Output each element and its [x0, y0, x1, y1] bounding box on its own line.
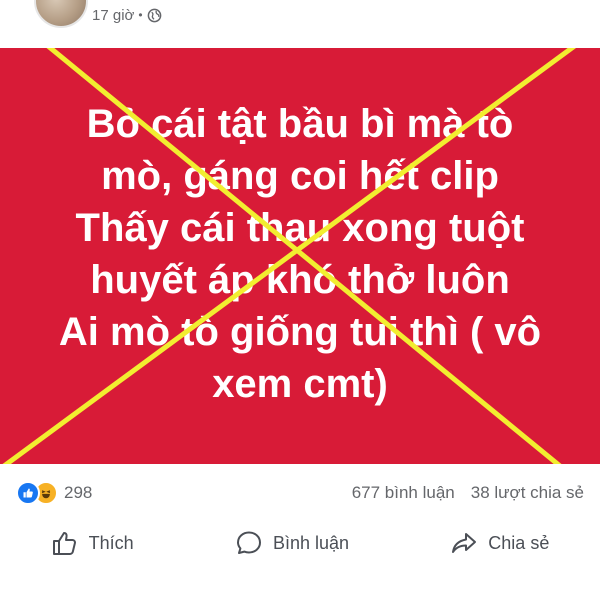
post-time[interactable]: 17 giờ [92, 7, 134, 24]
comment-count[interactable]: 677 bình luận [352, 483, 455, 503]
comment-button[interactable]: Bình luận [219, 523, 365, 563]
action-bar: Thích Bình luận Chia sẻ [0, 522, 600, 564]
share-icon [450, 529, 478, 557]
post-stats: 298 677 bình luận 38 lượt chia sẻ [0, 478, 600, 510]
like-reaction-icon [16, 481, 40, 505]
meta-separator: • [138, 8, 143, 22]
share-count[interactable]: 38 lượt chia sẻ [471, 483, 584, 503]
share-button[interactable]: Chia sẻ [434, 523, 565, 563]
post-image[interactable]: Bỏ cái tật bầu bì mà tò mò, gáng coi hết… [0, 48, 600, 464]
avatar[interactable] [34, 0, 88, 28]
reactions-summary[interactable]: 298 [16, 481, 92, 505]
globe-icon[interactable] [147, 8, 162, 23]
post-header: 17 giờ • [0, 0, 600, 48]
comment-label: Bình luận [272, 532, 350, 553]
reaction-count: 298 [64, 483, 93, 502]
share-label: Chia sẻ [488, 532, 550, 553]
post-meta: 17 giờ • [92, 4, 162, 26]
cross-mark [2, 48, 577, 464]
comment-icon [235, 529, 263, 557]
like-button[interactable]: Thích [35, 523, 150, 563]
like-label: Thích [88, 532, 134, 553]
thumbs-up-icon [51, 529, 79, 557]
